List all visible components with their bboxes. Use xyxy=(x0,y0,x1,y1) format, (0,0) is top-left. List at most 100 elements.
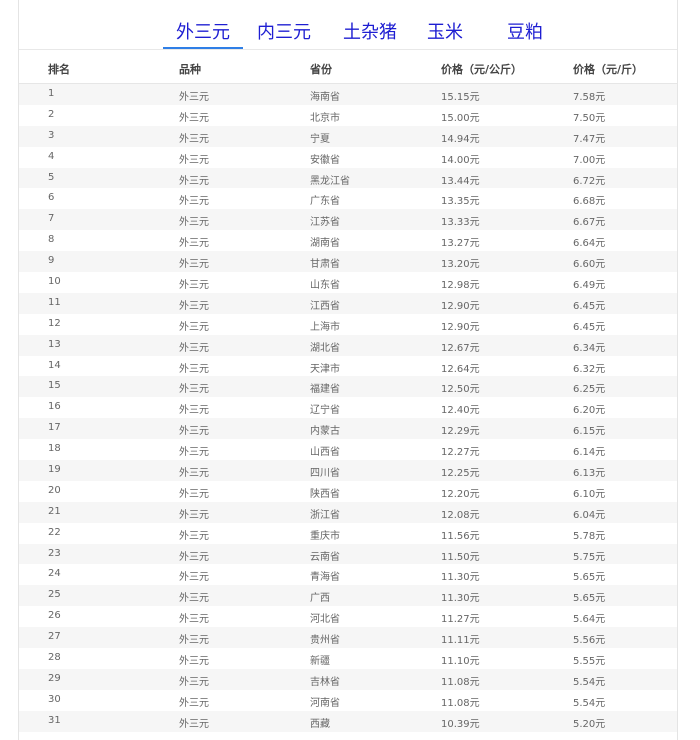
province-cell: 安徽省 xyxy=(310,154,340,166)
variety-cell: 外三元 xyxy=(179,363,209,375)
price-kg-cell: 12.40元 xyxy=(441,405,480,417)
rank-cell: 26 xyxy=(48,610,61,622)
price-kg-cell: 15.00元 xyxy=(441,112,480,124)
table-row: 24 外三元 青海省 11.30元 5.65元 xyxy=(19,564,677,585)
price-jin-cell: 5.75元 xyxy=(573,551,606,563)
price-panel: 外三元 内三元 土杂猪 玉米 豆粕 排名 品种 省份 价格（元/公斤） 价格（元… xyxy=(18,0,678,740)
province-cell: 上海市 xyxy=(310,321,340,333)
price-kg-cell: 12.27元 xyxy=(441,447,480,459)
table-row: 4 外三元 安徽省 14.00元 7.00元 xyxy=(19,147,677,168)
price-jin-cell: 6.20元 xyxy=(573,405,606,417)
province-cell: 四川省 xyxy=(310,468,340,480)
table-row: 30 外三元 河南省 11.08元 5.54元 xyxy=(19,690,677,711)
province-cell: 云南省 xyxy=(310,551,340,563)
rank-cell: 16 xyxy=(48,401,61,413)
province-cell: 湖南省 xyxy=(310,238,340,250)
tab-wai-san-yuan[interactable]: 外三元 xyxy=(163,18,243,49)
price-kg-cell: 14.00元 xyxy=(441,154,480,166)
table-row: 12 外三元 上海市 12.90元 6.45元 xyxy=(19,314,677,335)
table-row: 25 外三元 广西 11.30元 5.65元 xyxy=(19,585,677,607)
header-variety: 品种 xyxy=(179,63,201,76)
tab-dou-po[interactable]: 豆粕 xyxy=(495,18,555,48)
price-kg-cell: 10.39元 xyxy=(441,718,480,730)
rank-cell: 25 xyxy=(48,589,61,601)
price-jin-cell: 5.65元 xyxy=(573,593,606,605)
rank-cell: 21 xyxy=(48,505,61,517)
price-jin-cell: 6.45元 xyxy=(573,321,606,333)
price-jin-cell: 6.68元 xyxy=(573,196,606,208)
province-cell: 江苏省 xyxy=(310,217,340,229)
variety-cell: 外三元 xyxy=(179,488,209,500)
table-header: 排名 品种 省份 价格（元/公斤） 价格（元/斤） xyxy=(19,49,677,84)
price-kg-cell: 11.11元 xyxy=(441,635,480,647)
variety-cell: 外三元 xyxy=(179,321,209,333)
price-jin-cell: 5.65元 xyxy=(573,572,606,584)
table-row: 28 外三元 新疆 11.10元 5.55元 xyxy=(19,648,677,669)
variety-cell: 外三元 xyxy=(179,280,209,292)
province-cell: 贵州省 xyxy=(310,635,340,647)
province-cell: 海南省 xyxy=(310,92,340,103)
price-jin-cell: 6.64元 xyxy=(573,238,606,250)
rank-cell: 28 xyxy=(48,652,61,664)
province-cell: 浙江省 xyxy=(310,509,340,521)
price-kg-cell: 12.20元 xyxy=(441,488,480,500)
price-jin-cell: 5.56元 xyxy=(573,635,606,647)
price-kg-cell: 13.35元 xyxy=(441,196,480,208)
tab-tu-za-zhu[interactable]: 土杂猪 xyxy=(330,18,410,48)
price-kg-cell: 11.56元 xyxy=(441,530,480,542)
variety-cell: 外三元 xyxy=(179,530,209,542)
rank-cell: 5 xyxy=(48,171,55,183)
price-jin-cell: 6.72元 xyxy=(573,175,606,187)
header-province: 省份 xyxy=(310,63,332,76)
province-cell: 辽宁省 xyxy=(310,405,340,417)
table-row: 9 外三元 甘肃省 13.20元 6.60元 xyxy=(19,251,677,273)
price-jin-cell: 6.34元 xyxy=(573,342,606,354)
variety-cell: 外三元 xyxy=(179,697,209,709)
price-jin-cell: 6.15元 xyxy=(573,426,606,438)
province-cell: 广东省 xyxy=(310,196,340,208)
price-jin-cell: 6.60元 xyxy=(573,259,606,271)
table-row: 22 外三元 重庆市 11.56元 5.78元 xyxy=(19,523,677,544)
price-kg-cell: 13.27元 xyxy=(441,238,480,250)
price-jin-cell: 7.00元 xyxy=(573,154,606,166)
price-jin-cell: 6.32元 xyxy=(573,363,606,375)
price-kg-cell: 11.30元 xyxy=(441,572,480,584)
variety-cell: 外三元 xyxy=(179,196,209,208)
price-jin-cell: 5.54元 xyxy=(573,697,606,709)
rank-cell: 2 xyxy=(48,108,55,120)
price-kg-cell: 13.44元 xyxy=(441,175,480,187)
rank-cell: 10 xyxy=(48,276,61,288)
price-jin-cell: 5.54元 xyxy=(573,676,606,688)
rank-cell: 1 xyxy=(48,88,55,99)
tab-yu-mi[interactable]: 玉米 xyxy=(415,18,475,48)
table-row: 31 外三元 西藏 10.39元 5.20元 xyxy=(19,710,677,732)
table-row: 29 外三元 吉林省 11.08元 5.54元 xyxy=(19,668,677,690)
tab-nei-san-yuan[interactable]: 内三元 xyxy=(249,18,319,48)
header-price-per-jin: 价格（元/斤） xyxy=(573,63,644,76)
price-jin-cell: 6.67元 xyxy=(573,217,606,229)
province-cell: 吉林省 xyxy=(310,676,340,688)
variety-cell: 外三元 xyxy=(179,509,209,521)
price-jin-cell: 6.04元 xyxy=(573,509,606,521)
variety-cell: 外三元 xyxy=(179,259,209,271)
province-cell: 河北省 xyxy=(310,614,340,626)
rank-cell: 9 xyxy=(48,255,55,267)
variety-cell: 外三元 xyxy=(179,133,209,145)
rank-cell: 31 xyxy=(48,714,61,726)
table-row: 5 外三元 黑龙江省 13.44元 6.72元 xyxy=(19,167,677,189)
variety-cell: 外三元 xyxy=(179,551,209,563)
rank-cell: 17 xyxy=(48,422,61,434)
province-cell: 甘肃省 xyxy=(310,259,340,271)
price-kg-cell: 12.90元 xyxy=(441,300,480,312)
price-jin-cell: 5.20元 xyxy=(573,718,606,730)
price-jin-cell: 6.14元 xyxy=(573,447,606,459)
variety-cell: 外三元 xyxy=(179,447,209,459)
price-kg-cell: 11.50元 xyxy=(441,551,480,563)
province-cell: 北京市 xyxy=(310,112,340,124)
price-kg-cell: 11.10元 xyxy=(441,656,480,668)
table-row: 23 外三元 云南省 11.50元 5.75元 xyxy=(19,543,677,565)
province-cell: 青海省 xyxy=(310,572,340,584)
variety-cell: 外三元 xyxy=(179,154,209,166)
province-cell: 山西省 xyxy=(310,447,340,459)
price-kg-cell: 12.98元 xyxy=(441,280,480,292)
